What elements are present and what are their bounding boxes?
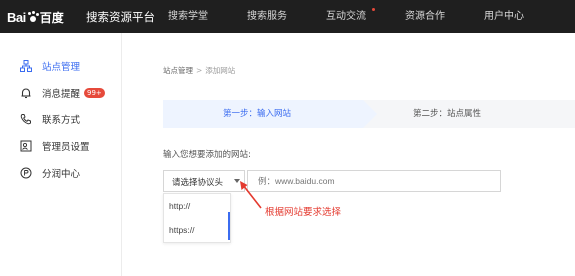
admin-card-icon xyxy=(19,140,32,153)
sidebar-item-label: 分润中心 xyxy=(42,169,81,180)
top-nav: 搜索学堂 搜索服务 互动交流 资源合作 用户中心 xyxy=(148,0,543,33)
sidebar: 站点管理 消息提醒 99+ 联系方式 管理员设置 分润中心 xyxy=(0,33,122,276)
top-nav-bar: Bai 百度 搜索资源平台 搜索学堂 搜索服务 互动交流 资源合作 用户中心 xyxy=(0,0,575,33)
coin-icon xyxy=(19,167,32,180)
nav-search-academy[interactable]: 搜索学堂 xyxy=(148,0,227,33)
annotation-text: 根据网站要求选择 xyxy=(265,207,342,218)
sidebar-item-label: 站点管理 xyxy=(42,62,81,73)
sidebar-item-contact[interactable]: 联系方式 xyxy=(19,111,80,127)
phone-icon xyxy=(19,113,32,126)
logo-du-text: 百度 xyxy=(39,10,64,25)
sidebar-item-label: 消息提醒 xyxy=(42,89,81,100)
main-content: 站点管理 > 添加网站 第一步：输入网站 第二步：站点属性 输入您想要添加的网站: … xyxy=(123,33,575,276)
nav-search-services[interactable]: 搜索服务 xyxy=(227,0,306,33)
nav-user-center[interactable]: 用户中心 xyxy=(464,0,543,33)
sidebar-item-label: 管理员设置 xyxy=(42,142,90,153)
bell-icon xyxy=(19,87,32,100)
sidebar-item-label: 联系方式 xyxy=(42,115,81,126)
sidebar-item-revenue-center[interactable]: 分润中心 xyxy=(19,165,80,181)
notification-dot xyxy=(372,8,375,11)
platform-title: 搜索资源平台 xyxy=(86,10,155,24)
sidebar-item-messages[interactable]: 消息提醒 99+ xyxy=(19,85,105,101)
nav-interaction[interactable]: 互动交流 xyxy=(306,0,385,33)
baidu-logo[interactable]: Bai 百度 xyxy=(7,8,64,26)
logo-text: Bai xyxy=(7,9,26,25)
paw-icon xyxy=(27,11,39,23)
sitemap-icon xyxy=(19,60,32,73)
sidebar-item-site-management[interactable]: 站点管理 xyxy=(19,58,80,74)
nav-resource-cooperation[interactable]: 资源合作 xyxy=(385,0,464,33)
annotation-arrow xyxy=(240,181,262,209)
message-count-badge: 99+ xyxy=(84,88,105,98)
sidebar-item-admin-settings[interactable]: 管理员设置 xyxy=(19,138,90,154)
